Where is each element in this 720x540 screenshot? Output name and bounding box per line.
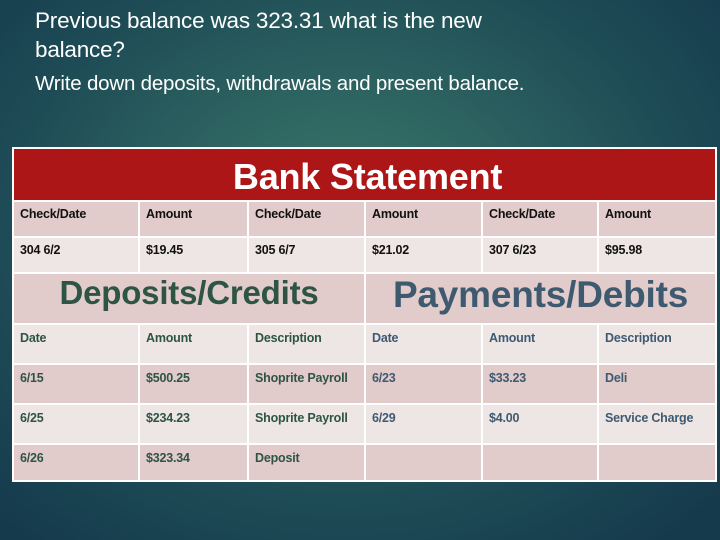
payment-description: [596, 443, 718, 482]
deposit-amount: $234.23: [138, 403, 249, 445]
column-header: Amount: [364, 200, 483, 238]
check-date-cell: 304 6/2: [12, 236, 140, 274]
payment-date: 6/23: [364, 363, 483, 405]
deposit-amount: $500.25: [138, 363, 249, 405]
checks-row: 304 6/2 $19.45 305 6/7 $21.02 307 6/23 $…: [12, 236, 718, 274]
column-header: Amount: [138, 200, 249, 238]
deposit-amount: $323.34: [138, 443, 249, 482]
column-header: Description: [247, 323, 366, 365]
deposit-description: Shoprite Payroll: [247, 403, 366, 445]
payment-date: 6/29: [364, 403, 483, 445]
column-header: Amount: [596, 200, 718, 238]
deposit-description: Shoprite Payroll: [247, 363, 366, 405]
payment-description: Service Charge: [596, 403, 718, 445]
section-header-row: Deposits/Credits Payments/Debits: [12, 272, 718, 325]
payment-amount: $4.00: [481, 403, 599, 445]
column-header: Date: [364, 323, 483, 365]
column-header: Check/Date: [481, 200, 599, 238]
check-date-cell: 307 6/23: [481, 236, 599, 274]
deposit-description: Deposit: [247, 443, 366, 482]
column-header: Description: [596, 323, 718, 365]
bank-statement-table: Bank Statement Check/Date Amount Check/D…: [11, 147, 718, 482]
checks-header-row: Check/Date Amount Check/Date Amount Chec…: [12, 200, 718, 238]
table-row: 6/25 $234.23 Shoprite Payroll 6/29 $4.00…: [12, 403, 718, 445]
statement-title: Bank Statement: [11, 147, 718, 202]
column-header: Check/Date: [12, 200, 140, 238]
deposit-date: 6/26: [12, 443, 140, 482]
check-amount-cell: $21.02: [364, 236, 483, 274]
question-prompt: Previous balance was 323.31 what is the …: [35, 8, 482, 62]
payments-section-title: Payments/Debits: [363, 272, 718, 325]
payment-amount: [481, 443, 599, 482]
check-amount-cell: $95.98: [596, 236, 718, 274]
payment-amount: $33.23: [481, 363, 599, 405]
deposit-date: 6/25: [12, 403, 140, 445]
table-row: 6/15 $500.25 Shoprite Payroll 6/23 $33.2…: [12, 363, 718, 405]
transactions-header-row: Date Amount Description Date Amount Desc…: [12, 323, 718, 365]
deposits-section-title: Deposits/Credits: [12, 272, 366, 325]
column-header: Date: [12, 323, 140, 365]
column-header: Amount: [481, 323, 599, 365]
payment-date: [364, 443, 483, 482]
check-date-cell: 305 6/7: [247, 236, 366, 274]
deposit-date: 6/15: [12, 363, 140, 405]
check-amount-cell: $19.45: [138, 236, 249, 274]
table-row: 6/26 $323.34 Deposit: [12, 443, 718, 482]
payment-description: Deli: [596, 363, 718, 405]
instruction-text: Write down deposits, withdrawals and pre…: [35, 72, 525, 95]
column-header: Check/Date: [247, 200, 366, 238]
column-header: Amount: [138, 323, 249, 365]
